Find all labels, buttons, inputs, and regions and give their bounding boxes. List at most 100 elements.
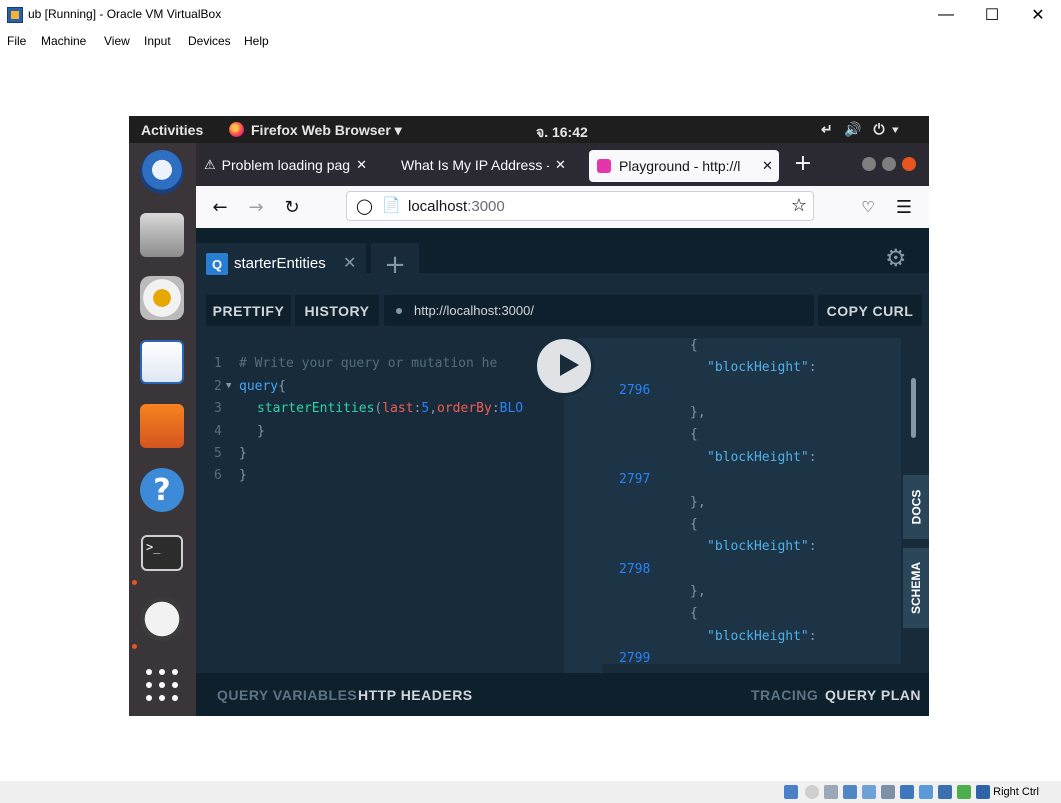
shield-icon[interactable]: ◯ (356, 197, 373, 215)
files-icon[interactable] (140, 213, 184, 257)
guest-screen[interactable]: Activities Firefox Web Browser ▾ จ. 16:4… (129, 116, 929, 716)
window-maximize-button[interactable] (882, 157, 896, 171)
json-value: 2798 (619, 562, 651, 577)
json-key: "blockHeight" (707, 360, 809, 375)
pocket-icon[interactable]: ♡ (857, 196, 879, 218)
close-tab-icon[interactable]: ✕ (555, 157, 566, 173)
optical-drive-icon[interactable] (805, 785, 819, 799)
menu-devices[interactable]: Devices (188, 34, 231, 48)
tab-label: Playground - http://l (619, 158, 741, 174)
forward-arrow-icon[interactable]: → (245, 196, 267, 218)
terminal-icon[interactable]: >_ (141, 535, 183, 571)
window-close-button[interactable] (902, 157, 916, 171)
system-tray[interactable]: ↵ 🔊 ⏻ ▾ (821, 121, 898, 138)
tracing-tab[interactable]: TRACING (751, 687, 818, 703)
page-icon[interactable]: 📄 (382, 196, 401, 214)
clock[interactable]: จ. 16:42 (536, 122, 588, 144)
thunderbird-icon[interactable] (140, 150, 184, 194)
power-icon: ⏻ (873, 121, 885, 137)
virtualbox-logo-icon (7, 7, 23, 23)
display-icon[interactable] (900, 785, 914, 799)
run-query-button[interactable] (534, 336, 594, 396)
close-icon[interactable]: ✕ (343, 253, 356, 272)
bookmark-star-icon[interactable]: ☆ (791, 195, 807, 216)
vt-x-icon[interactable] (938, 785, 952, 799)
back-arrow-icon[interactable]: ← (209, 196, 231, 218)
result-panel[interactable]: { "blockHeight": 2796 }, { "blockHeight"… (564, 338, 901, 673)
rhythmbox-icon[interactable] (140, 276, 184, 320)
colon: : (491, 401, 500, 416)
argument: last (382, 401, 414, 416)
query-plan-tab[interactable]: QUERY PLAN (825, 687, 921, 703)
window-title: ub [Running] - Oracle VM VirtualBox (28, 7, 222, 21)
usb-icon[interactable] (862, 785, 876, 799)
mouse-integration-icon[interactable] (976, 785, 990, 799)
show-apps-icon[interactable] (140, 663, 184, 707)
audio-icon[interactable] (824, 785, 838, 799)
json-brace: { (690, 338, 698, 353)
maximize-button[interactable]: ☐ (969, 0, 1015, 30)
docs-tab[interactable]: DOCS (903, 475, 929, 539)
result-scrollbar[interactable] (911, 378, 916, 438)
add-tab-button[interactable]: + (371, 243, 419, 286)
prettify-button[interactable]: PRETTIFY (206, 295, 291, 326)
json-value: 2796 (619, 383, 651, 398)
query-editor[interactable]: 1 2 ▼ 3 4 5 6 # Write your query or muta… (196, 338, 564, 673)
menu-file[interactable]: File (7, 34, 26, 48)
history-button[interactable]: HISTORY (295, 295, 379, 326)
argument: orderBy (437, 401, 492, 416)
close-button[interactable]: ✕ (1015, 0, 1061, 30)
close-tab-icon[interactable]: ✕ (762, 158, 773, 174)
network-adapter-icon[interactable] (843, 785, 857, 799)
code-comment: # Write your query or mutation he (239, 356, 498, 371)
code-line-3: starterEntities(last:5,orderBy:BLO (257, 401, 523, 416)
brace: { (278, 379, 286, 394)
hamburger-menu-icon[interactable]: ☰ (893, 196, 915, 218)
tab-label: What Is My IP Address - (401, 157, 549, 173)
line-number: 2 (214, 379, 222, 394)
guest-additions-icon[interactable] (957, 785, 971, 799)
url-bar[interactable]: ◯ 📄 localhost:3000 ☆ (346, 191, 814, 221)
http-headers-tab[interactable]: HTTP HEADERS (358, 687, 473, 703)
json-brace: { (690, 606, 698, 621)
copy-curl-button[interactable]: COPY CURL (818, 295, 922, 326)
tab-playground[interactable]: Playground - http://l ✕ (589, 150, 779, 182)
menu-input[interactable]: Input (144, 34, 171, 48)
query-tab[interactable]: Q starterEntities ✕ (196, 243, 366, 286)
new-tab-button[interactable]: + (791, 151, 815, 176)
nav-bar: ← → ↻ ◯ 📄 localhost:3000 ☆ ♡ ☰ (196, 186, 929, 228)
graphql-playground: Q starterEntities ✕ + ⚙ PRETTIFY HISTORY… (196, 228, 929, 716)
menu-view[interactable]: View (104, 34, 130, 48)
recording-icon[interactable] (919, 785, 933, 799)
activities-button[interactable]: Activities (141, 122, 203, 138)
tab-what-is-my-ip[interactable]: What Is My IP Address - ✕ (401, 149, 577, 181)
window-minimize-button[interactable] (862, 157, 876, 171)
app-menu[interactable]: Firefox Web Browser ▾ (251, 122, 402, 139)
menu-help[interactable]: Help (244, 34, 269, 48)
shared-folders-icon[interactable] (881, 785, 895, 799)
line-number: 6 (214, 468, 222, 483)
json-brace: { (690, 517, 698, 532)
fold-arrow-icon[interactable]: ▼ (226, 381, 231, 391)
gear-icon[interactable]: ⚙ (885, 244, 907, 272)
software-icon[interactable] (140, 404, 184, 448)
dock: ? >_ (129, 143, 196, 716)
updater-icon[interactable] (140, 597, 184, 641)
endpoint-input[interactable]: http://localhost:3000/ (384, 295, 814, 326)
url-port: :3000 (467, 198, 505, 215)
query-tab-name: starterEntities (234, 255, 326, 272)
app-menu-label: Firefox Web Browser (251, 122, 391, 138)
warning-icon: ⚠ (204, 157, 216, 172)
close-tab-icon[interactable]: ✕ (356, 157, 367, 173)
minimize-button[interactable]: — (923, 0, 969, 30)
hard-disk-icon[interactable] (784, 785, 798, 799)
json-key-line: "blockHeight": (707, 450, 817, 465)
writer-icon[interactable] (140, 340, 184, 384)
help-icon[interactable]: ? (140, 468, 184, 512)
schema-tab[interactable]: SCHEMA (903, 548, 929, 628)
json-key: "blockHeight" (707, 450, 809, 465)
reload-icon[interactable]: ↻ (281, 196, 303, 218)
tab-problem-loading[interactable]: ⚠ Problem loading pag ✕ (204, 149, 384, 181)
query-variables-tab[interactable]: QUERY VARIABLES (217, 687, 357, 703)
menu-machine[interactable]: Machine (41, 34, 86, 48)
